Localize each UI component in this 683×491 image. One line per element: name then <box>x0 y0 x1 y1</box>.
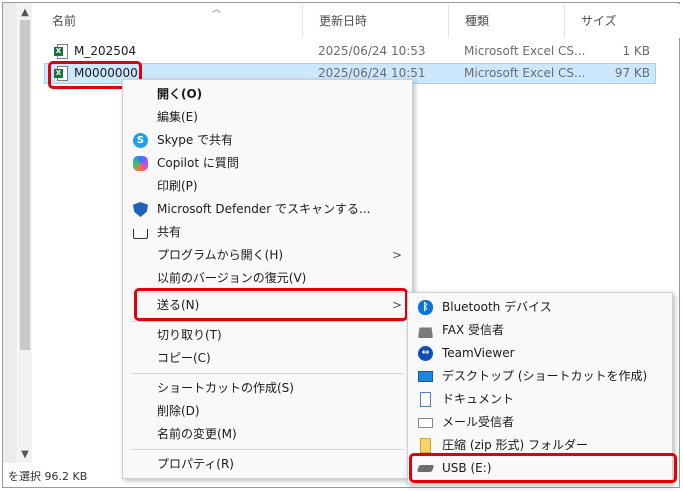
menu-item-label: 以前のバージョンの復元(V) <box>157 271 307 285</box>
menu-item-label: デスクトップ (ショートカットを作成) <box>442 369 648 383</box>
menu-item-cut[interactable]: 切り取り(T) <box>123 324 412 347</box>
status-bar-selection: を選択 96.2 KB <box>8 470 88 483</box>
mail-icon <box>418 418 433 428</box>
scroll-up-arrow-icon[interactable]: ▲ <box>18 6 32 20</box>
file-size: 1 KB <box>622 44 650 58</box>
send-to-desktop[interactable]: デスクトップ (ショートカットを作成) <box>408 365 672 388</box>
menu-item-label: Bluetooth デバイス <box>442 300 552 314</box>
send-to-fax[interactable]: FAX 受信者 <box>408 319 672 342</box>
menu-item-label: Skype で共有 <box>157 133 234 147</box>
menu-item-label: 送る(N) <box>157 298 200 312</box>
menu-item-print[interactable]: 印刷(P) <box>123 175 412 198</box>
menu-item-label: 削除(D) <box>157 404 200 418</box>
send-to-zip[interactable]: 圧縮 (zip 形式) フォルダー <box>408 434 672 457</box>
menu-item-label: ショートカットの作成(S) <box>157 381 294 395</box>
menu-item-delete[interactable]: 削除(D) <box>123 400 412 423</box>
menu-separator <box>131 449 404 450</box>
file-modified: 2025/06/24 10:53 <box>318 44 426 58</box>
menu-item-label: 印刷(P) <box>157 179 198 193</box>
menu-item-label: コピー(C) <box>157 351 211 365</box>
menu-separator <box>131 321 404 322</box>
menu-item-send-to[interactable]: 送る(N) > <box>123 294 412 317</box>
file-size: 97 KB <box>614 66 650 80</box>
menu-item-label: ドキュメント <box>442 392 515 406</box>
menu-item-label: Copilot に質問 <box>157 156 239 170</box>
column-header-size-label: サイズ <box>581 14 617 28</box>
defender-shield-icon <box>133 202 148 217</box>
sort-ascending-icon: ︿ <box>212 5 222 15</box>
menu-item-skype-share[interactable]: S Skype で共有 <box>123 129 412 152</box>
menu-item-label: メール受信者 <box>442 415 515 429</box>
excel-csv-icon: X <box>54 66 68 81</box>
menu-item-label: 共有 <box>157 225 182 239</box>
column-header-type-label: 種類 <box>465 14 490 28</box>
column-header-bar: 名前 ︿ 更新日時 種類 サイズ <box>36 4 680 38</box>
file-row[interactable]: X M_202504 2025/06/24 10:53 Microsoft Ex… <box>44 41 656 62</box>
teamviewer-icon: ↔ <box>418 346 433 361</box>
chevron-right-icon: > <box>391 248 402 262</box>
file-type: Microsoft Excel CS... <box>464 66 586 80</box>
send-to-submenu: ᛒ Bluetooth デバイス FAX 受信者 ↔ TeamViewer デス… <box>407 292 673 484</box>
bluetooth-icon: ᛒ <box>418 300 433 315</box>
menu-separator <box>131 373 404 374</box>
send-to-usb[interactable]: USB (E:) <box>408 457 672 480</box>
menu-separator <box>131 292 404 293</box>
usb-drive-icon <box>416 465 435 472</box>
send-to-documents[interactable]: ドキュメント <box>408 388 672 411</box>
skype-icon: S <box>133 133 148 148</box>
send-to-mail[interactable]: メール受信者 <box>408 411 672 434</box>
column-header-name-label: 名前 <box>52 14 77 28</box>
column-header-modified[interactable]: 更新日時 <box>302 4 448 38</box>
file-name: M_202504 <box>74 44 137 58</box>
zip-folder-icon <box>420 438 431 453</box>
menu-item-label: Microsoft Defender でスキャンする... <box>157 202 371 216</box>
menu-item-label: プログラムから開く(H) <box>157 248 284 262</box>
fax-icon <box>418 327 433 338</box>
menu-item-label: 名前の変更(M) <box>157 427 237 441</box>
menu-item-copy[interactable]: コピー(C) <box>123 347 412 370</box>
desktop-icon <box>418 371 433 382</box>
chevron-right-icon: > <box>391 298 402 312</box>
share-icon <box>133 229 148 239</box>
send-to-bluetooth[interactable]: ᛒ Bluetooth デバイス <box>408 296 672 319</box>
menu-item-share[interactable]: 共有 <box>123 221 412 244</box>
scroll-down-arrow-icon[interactable]: ▼ <box>18 448 32 462</box>
send-to-teamviewer[interactable]: ↔ TeamViewer <box>408 342 672 365</box>
scrollbar-thumb[interactable] <box>20 20 30 350</box>
column-header-size[interactable]: サイズ <box>564 4 646 38</box>
menu-item-restore-versions[interactable]: 以前のバージョンの復元(V) <box>123 267 412 290</box>
menu-item-label: USB (E:) <box>442 461 492 475</box>
column-header-type[interactable]: 種類 <box>448 4 564 38</box>
menu-item-label: プロパティ(R) <box>157 457 234 471</box>
menu-item-label: 圧縮 (zip 形式) フォルダー <box>442 438 589 452</box>
context-menu: 開く(O) 編集(E) S Skype で共有 Copilot に質問 印刷(P… <box>122 79 413 479</box>
menu-item-open-with[interactable]: プログラムから開く(H) > <box>123 244 412 267</box>
menu-item-label: TeamViewer <box>442 346 515 360</box>
navigation-pane-edge <box>3 3 17 463</box>
file-type: Microsoft Excel CS... <box>464 44 586 58</box>
menu-item-label: 開く(O) <box>157 87 203 101</box>
documents-icon <box>420 392 431 407</box>
menu-item-properties[interactable]: プロパティ(R) <box>123 453 412 476</box>
menu-item-open[interactable]: 開く(O) <box>123 83 412 106</box>
menu-item-defender-scan[interactable]: Microsoft Defender でスキャンする... <box>123 198 412 221</box>
menu-item-label: 切り取り(T) <box>157 328 222 342</box>
menu-item-label: 編集(E) <box>157 110 198 124</box>
menu-item-copilot[interactable]: Copilot に質問 <box>123 152 412 175</box>
column-header-name[interactable]: 名前 <box>36 4 302 38</box>
copilot-icon <box>133 156 148 171</box>
excel-csv-icon: X <box>54 44 68 59</box>
menu-item-edit[interactable]: 編集(E) <box>123 106 412 129</box>
menu-item-label: FAX 受信者 <box>442 323 505 337</box>
column-header-modified-label: 更新日時 <box>319 14 368 28</box>
menu-item-create-shortcut[interactable]: ショートカットの作成(S) <box>123 377 412 400</box>
menu-item-rename[interactable]: 名前の変更(M) <box>123 423 412 446</box>
